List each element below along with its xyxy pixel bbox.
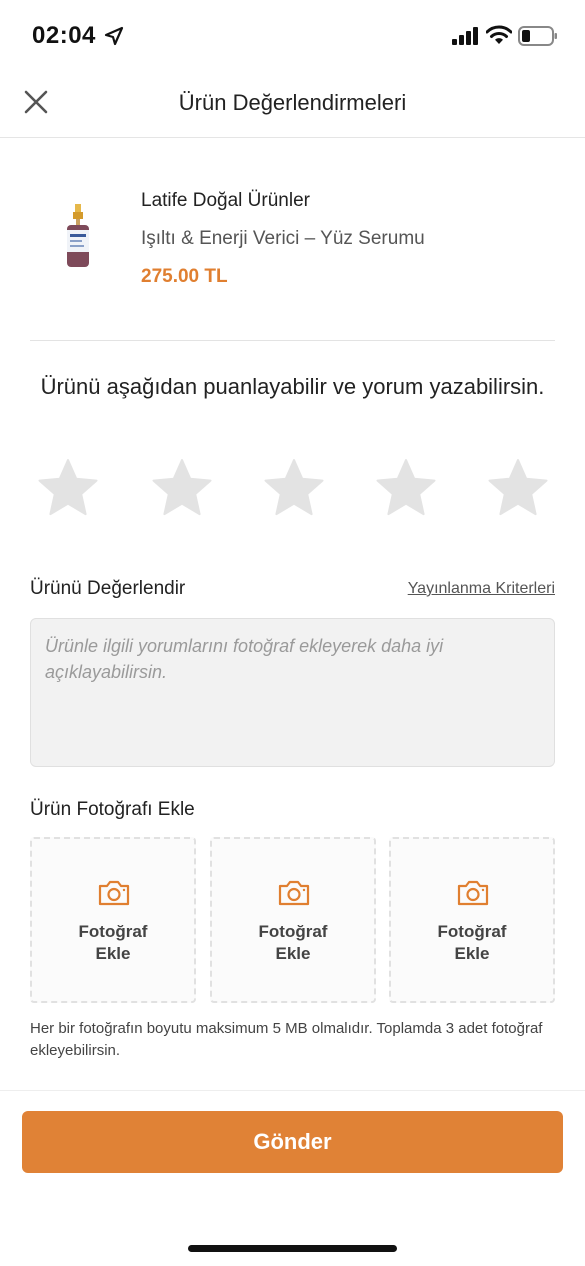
- add-photo-label: Fotoğraf Ekle: [258, 922, 328, 963]
- star-icon-4[interactable]: [374, 456, 438, 520]
- star-icon-2[interactable]: [150, 456, 214, 520]
- star-icon-5[interactable]: [486, 456, 550, 520]
- battery-icon: [518, 26, 557, 46]
- publishing-criteria-link[interactable]: Yayınlanma Kriterleri: [408, 580, 555, 598]
- status-time: 02:04: [32, 22, 96, 49]
- serum-bottle-image: [67, 204, 89, 267]
- product-name: Işıltı & Enerji Verici – Yüz Serumu: [141, 228, 425, 249]
- home-indicator[interactable]: [188, 1245, 397, 1252]
- divider: [30, 340, 555, 341]
- add-photo-label: Fotoğraf Ekle: [78, 922, 148, 963]
- star-rating: [30, 456, 555, 522]
- star-icon-1[interactable]: [36, 456, 100, 520]
- submit-button[interactable]: Gönder: [22, 1111, 563, 1173]
- photo-section-label: Ürün Fotoğrafı Ekle: [30, 799, 195, 820]
- wifi-icon: [486, 25, 512, 44]
- add-photo-label: Fotoğraf Ekle: [437, 922, 507, 963]
- product-price: 275.00 TL: [141, 266, 228, 287]
- add-photo-button-3[interactable]: Fotoğraf Ekle: [389, 837, 555, 1003]
- status-bar: 02:04: [0, 0, 585, 72]
- location-arrow-icon: [104, 26, 124, 46]
- rating-prompt: Ürünü aşağıdan puanlayabilir ve yorum ya…: [40, 374, 545, 399]
- page-title: Ürün Değerlendirmeleri: [178, 90, 407, 115]
- add-photo-button-1[interactable]: Fotoğraf Ekle: [30, 837, 196, 1003]
- photo-size-note: Her bir fotoğrafın boyutu maksimum 5 MB …: [30, 1020, 543, 1059]
- camera-icon: [278, 880, 310, 906]
- divider: [0, 1090, 585, 1091]
- add-photo-button-2[interactable]: Fotoğraf Ekle: [210, 837, 376, 1003]
- review-textarea[interactable]: [30, 618, 555, 767]
- product-summary: Latife Doğal Ürünler Işıltı & Enerji Ver…: [30, 180, 555, 300]
- camera-icon: [98, 880, 130, 906]
- review-label: Ürünü Değerlendir: [30, 578, 186, 599]
- camera-icon: [457, 880, 489, 906]
- product-brand: Latife Doğal Ürünler: [141, 190, 310, 211]
- star-icon-3[interactable]: [262, 456, 326, 520]
- nav-bar: Ürün Değerlendirmeleri: [0, 72, 585, 138]
- signal-icon: [452, 27, 478, 45]
